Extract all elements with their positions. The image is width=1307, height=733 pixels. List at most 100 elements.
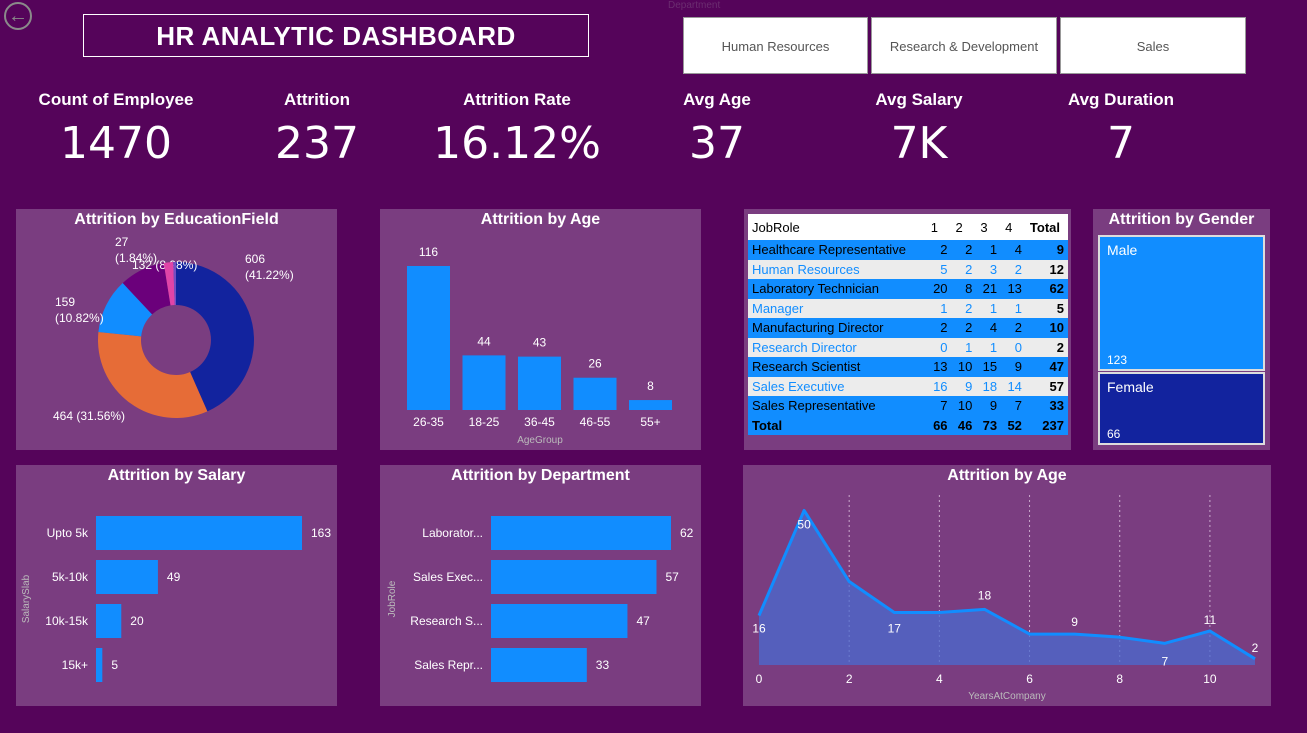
matrix-row[interactable]: Sales Representative 7 10 9 7 33 xyxy=(748,396,1068,416)
area-point-label-9: 7 xyxy=(1161,654,1168,668)
matrix-cell: 7 xyxy=(926,396,952,416)
department-bar-chart: 62 Laborator... 57 Sales Exec... 47 Research … xyxy=(387,516,694,682)
kpi-label-avg-duration: Avg Duration xyxy=(1067,90,1175,109)
slicer-option-sales[interactable]: Sales xyxy=(1060,17,1246,74)
donut-pct-4: (1.84%) xyxy=(115,251,157,265)
salary-bar-value-1: 49 xyxy=(167,570,181,584)
matrix-cell: 13 xyxy=(1001,279,1026,299)
matrix-cell: Sales Representative xyxy=(748,396,927,416)
matrix-cell: 7 xyxy=(1001,396,1026,416)
salary-panel: Attrition by Salary 163 Upto 5k 49 5k-10k 20… xyxy=(16,465,337,706)
matrix-cell: 1 xyxy=(951,337,977,357)
slicer-option-research-development[interactable]: Research & Development xyxy=(871,17,1057,74)
matrix-cell: 20 xyxy=(926,279,952,299)
salary-bar-tick-1: 5k-10k xyxy=(52,570,89,584)
matrix-cell: 1 xyxy=(1001,298,1026,318)
arrow-left-icon[interactable]: ← xyxy=(4,2,32,30)
matrix-cell: 0 xyxy=(926,337,952,357)
salary-bar-tick-3: 15k+ xyxy=(62,658,88,672)
matrix-total-row[interactable]: Total 66 46 73 52 237 xyxy=(748,415,1068,435)
area-fill xyxy=(759,510,1255,665)
matrix-row[interactable]: Sales Executive 16 9 18 14 57 xyxy=(748,376,1068,396)
kpi-value-count-employee: 1470 xyxy=(60,118,172,169)
matrix-cell: Total xyxy=(748,415,927,435)
dept-bar-3 xyxy=(491,648,587,682)
salary-bar-0 xyxy=(96,516,302,550)
salary-bar-1 xyxy=(96,560,158,594)
donut-label-2: 159 xyxy=(55,295,75,309)
matrix-row[interactable]: Research Scientist 13 10 15 9 47 xyxy=(748,357,1068,377)
matrix-cell: 13 xyxy=(926,357,952,377)
slicer-option-human-resources[interactable]: Human Resources xyxy=(683,17,868,74)
matrix-header-0[interactable]: JobRole xyxy=(748,214,927,240)
matrix-cell: 62 xyxy=(1025,279,1068,299)
age-bar-tick-2: 36-45 xyxy=(524,415,555,429)
age-bar-tick-0: 26-35 xyxy=(413,415,444,429)
matrix-cell: 47 xyxy=(1025,357,1068,377)
matrix-cell: 52 xyxy=(1001,415,1026,435)
matrix-row[interactable]: Laboratory Technician 20 8 21 13 62 xyxy=(748,279,1068,299)
salary-bar-chart: 163 Upto 5k 49 5k-10k 20 10k-15k 5 15k+ SalarySl… xyxy=(21,516,331,682)
jobrole-matrix-panel: JobRole 1 2 3 4 Total Healthcare Representati… xyxy=(744,209,1071,450)
matrix-cell: 4 xyxy=(976,318,1002,338)
dept-axis-label: JobRole xyxy=(387,580,398,617)
matrix-header-4[interactable]: 4 xyxy=(1001,214,1026,240)
education-field-donut-chart: 606(41.22%)464 (31.56%)159(10.82%)132 (8… xyxy=(53,235,294,423)
kpi-value-avg-duration: 7 xyxy=(1107,118,1135,169)
salary-bar-tick-2: 10k-15k xyxy=(45,614,89,628)
salary-axis-label: SalarySlab xyxy=(21,574,32,623)
matrix-header-2[interactable]: 2 xyxy=(951,214,977,240)
matrix-row[interactable]: Manager 1 2 1 1 5 xyxy=(748,298,1068,318)
matrix-cell: 16 xyxy=(926,376,952,396)
gender-panel: Attrition by Gender Male 123 Female 66 xyxy=(1093,209,1270,450)
matrix-cell: Sales Executive xyxy=(748,376,927,396)
donut-label-1: 464 (31.56%) xyxy=(53,409,125,423)
matrix-cell: 1 xyxy=(976,337,1002,357)
treemap-value-female: 66 xyxy=(1107,427,1121,441)
age-bar-2 xyxy=(518,356,561,410)
matrix-cell: 5 xyxy=(1025,298,1068,318)
jobrole-matrix-table: JobRole 1 2 3 4 Total Healthcare Representati… xyxy=(748,214,1068,435)
matrix-cell: 66 xyxy=(926,415,952,435)
gender-title: Attrition by Gender xyxy=(1108,211,1255,228)
donut-slice-1 xyxy=(98,331,208,418)
matrix-cell: 5 xyxy=(926,259,952,279)
treemap-label-male: Male xyxy=(1107,242,1138,258)
kpi-label-avg-age: Avg Age xyxy=(683,90,751,109)
matrix-cell: 1 xyxy=(976,298,1002,318)
area-xtick-1: 2 xyxy=(846,672,853,686)
matrix-cell: 12 xyxy=(1025,259,1068,279)
dept-bar-value-0: 62 xyxy=(680,526,694,540)
dept-bar-2 xyxy=(491,604,628,638)
matrix-row[interactable]: Manufacturing Director 2 2 4 2 10 xyxy=(748,318,1068,338)
treemap-tile-female[interactable]: Female 66 xyxy=(1098,372,1265,445)
dept-bar-value-2: 47 xyxy=(636,614,650,628)
matrix-cell: 46 xyxy=(951,415,977,435)
matrix-cell: 9 xyxy=(951,376,977,396)
donut-label-4: 27 xyxy=(115,235,129,249)
salary-bar-3 xyxy=(96,648,103,682)
kpi-value-attrition: 237 xyxy=(275,118,359,169)
slicer-label: Department xyxy=(668,0,721,11)
kpi-value-attrition-rate: 16.12% xyxy=(433,118,601,169)
dept-bar-tick-3: Sales Repr... xyxy=(414,658,483,672)
treemap-tile-male[interactable]: Male 123 xyxy=(1098,235,1265,371)
age-bar-0 xyxy=(407,266,450,410)
matrix-header-3[interactable]: 3 xyxy=(976,214,1002,240)
matrix-cell: 2 xyxy=(1025,337,1068,357)
area-point-label-3: 17 xyxy=(888,621,902,635)
matrix-header-1[interactable]: 1 xyxy=(926,214,952,240)
matrix-cell: 2 xyxy=(951,318,977,338)
matrix-row[interactable]: Research Director 0 1 1 0 2 xyxy=(748,337,1068,357)
matrix-cell: 4 xyxy=(1001,240,1026,260)
matrix-cell: 2 xyxy=(1001,259,1026,279)
matrix-row[interactable]: Human Resources 5 2 3 2 12 xyxy=(748,259,1068,279)
page-title: HR ANALYTIC DASHBOARD xyxy=(83,14,589,57)
dept-bar-tick-0: Laborator... xyxy=(422,526,483,540)
kpi-label-avg-salary: Avg Salary xyxy=(875,90,963,109)
department-panel: Attrition by Department 62 Laborator... 57… xyxy=(380,465,701,706)
age-bar-tick-4: 55+ xyxy=(640,415,660,429)
matrix-row[interactable]: Healthcare Representative 2 2 1 4 9 xyxy=(748,240,1068,260)
kpi-label-attrition: Attrition xyxy=(283,90,351,109)
matrix-header-5[interactable]: Total xyxy=(1025,214,1068,240)
